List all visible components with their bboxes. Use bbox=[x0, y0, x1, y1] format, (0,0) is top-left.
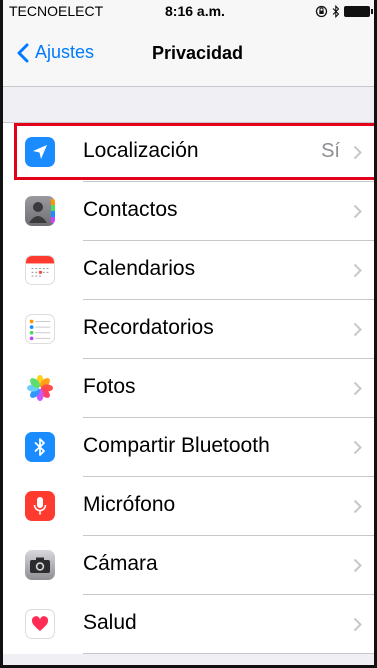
row-microfono[interactable]: Micrófono bbox=[3, 477, 374, 536]
carrier-name: TECNOELECT bbox=[9, 3, 104, 19]
chevron-right-icon bbox=[353, 145, 362, 160]
row-label: Micrófono bbox=[83, 493, 176, 516]
chevron-right-icon bbox=[353, 204, 362, 219]
row-label: Localización bbox=[83, 139, 199, 162]
row-label: Compartir Bluetooth bbox=[83, 434, 270, 457]
status-time: 8:16 a.m. bbox=[165, 3, 225, 19]
status-bar: TECNOELECT 8:16 a.m. bbox=[3, 0, 374, 22]
row-salud[interactable]: Salud bbox=[3, 595, 374, 654]
contacts-icon bbox=[25, 196, 55, 226]
navigation-bar: Ajustes Privacidad bbox=[3, 22, 374, 87]
page-title: Privacidad bbox=[151, 43, 244, 63]
microphone-icon bbox=[25, 491, 55, 521]
row-compartir-bluetooth[interactable]: Compartir Bluetooth bbox=[3, 418, 374, 477]
row-label: Cámara bbox=[83, 552, 158, 575]
row-camara[interactable]: Cámara bbox=[3, 536, 374, 595]
health-heart-icon bbox=[25, 609, 55, 639]
row-label: Calendarios bbox=[83, 257, 196, 280]
row-label: Salud bbox=[83, 611, 137, 634]
row-label: Recordatorios bbox=[83, 316, 214, 339]
photos-icon bbox=[25, 373, 55, 403]
row-label: Contactos bbox=[83, 198, 178, 221]
row-separator bbox=[83, 653, 374, 654]
chevron-right-icon bbox=[353, 440, 362, 455]
row-fotos[interactable]: Fotos bbox=[3, 359, 374, 418]
chevron-right-icon bbox=[353, 263, 362, 278]
reminders-icon bbox=[25, 314, 55, 344]
battery-icon bbox=[344, 5, 373, 17]
calendar-icon bbox=[25, 255, 55, 285]
row-label: Fotos bbox=[83, 375, 136, 398]
chevron-right-icon bbox=[353, 617, 362, 632]
bluetooth-status-icon bbox=[332, 4, 340, 18]
chevron-right-icon bbox=[353, 322, 362, 337]
rotation-lock-icon bbox=[315, 5, 328, 17]
phone-screen: TECNOELECT 8:16 a.m. Ajustes Privacidad bbox=[0, 0, 377, 668]
row-calendarios[interactable]: Calendarios bbox=[3, 241, 374, 300]
location-arrow-icon bbox=[25, 137, 55, 167]
row-localizacion[interactable]: Localización Sí bbox=[3, 123, 374, 182]
privacy-settings-list: Localización Sí Contactos Calendarios Re… bbox=[3, 122, 374, 654]
row-contactos[interactable]: Contactos bbox=[3, 182, 374, 241]
bluetooth-icon bbox=[25, 432, 55, 462]
chevron-right-icon bbox=[353, 381, 362, 396]
row-recordatorios[interactable]: Recordatorios bbox=[3, 300, 374, 359]
status-icons bbox=[315, 4, 373, 18]
camera-icon bbox=[25, 550, 55, 580]
chevron-right-icon bbox=[353, 499, 362, 514]
chevron-right-icon bbox=[353, 558, 362, 573]
row-value: Sí bbox=[321, 140, 340, 162]
